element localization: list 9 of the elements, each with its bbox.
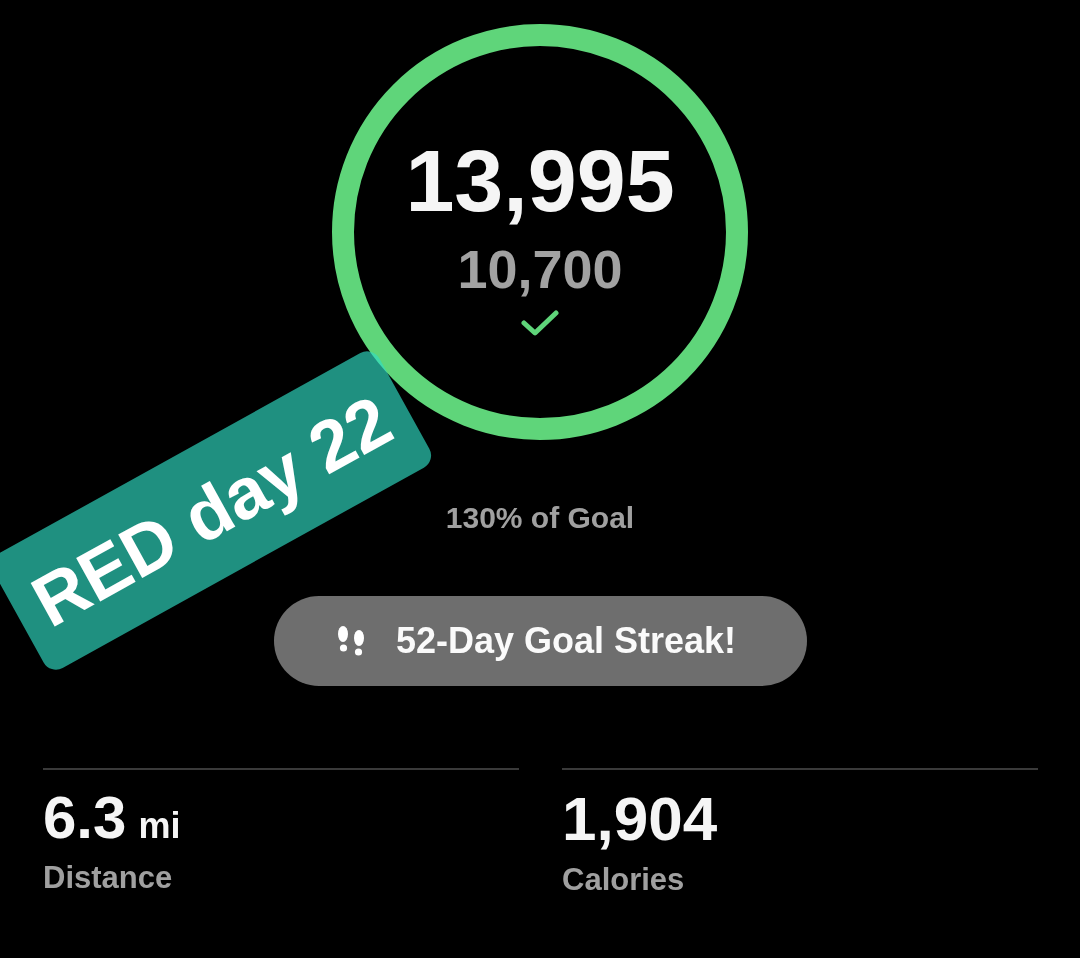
streak-text: 52-Day Goal Streak!: [395, 620, 737, 662]
stat-value: 6.3: [43, 788, 127, 848]
stat-label: Calories: [562, 864, 685, 895]
stat-unit: mi: [138, 808, 181, 844]
stat-label: Distance: [43, 862, 173, 893]
step-count: 13,995: [405, 137, 675, 225]
goal-percent: 130% of Goal: [445, 503, 635, 533]
step-goal: 10,700: [457, 242, 623, 296]
stat-value: 1,904: [562, 788, 718, 850]
